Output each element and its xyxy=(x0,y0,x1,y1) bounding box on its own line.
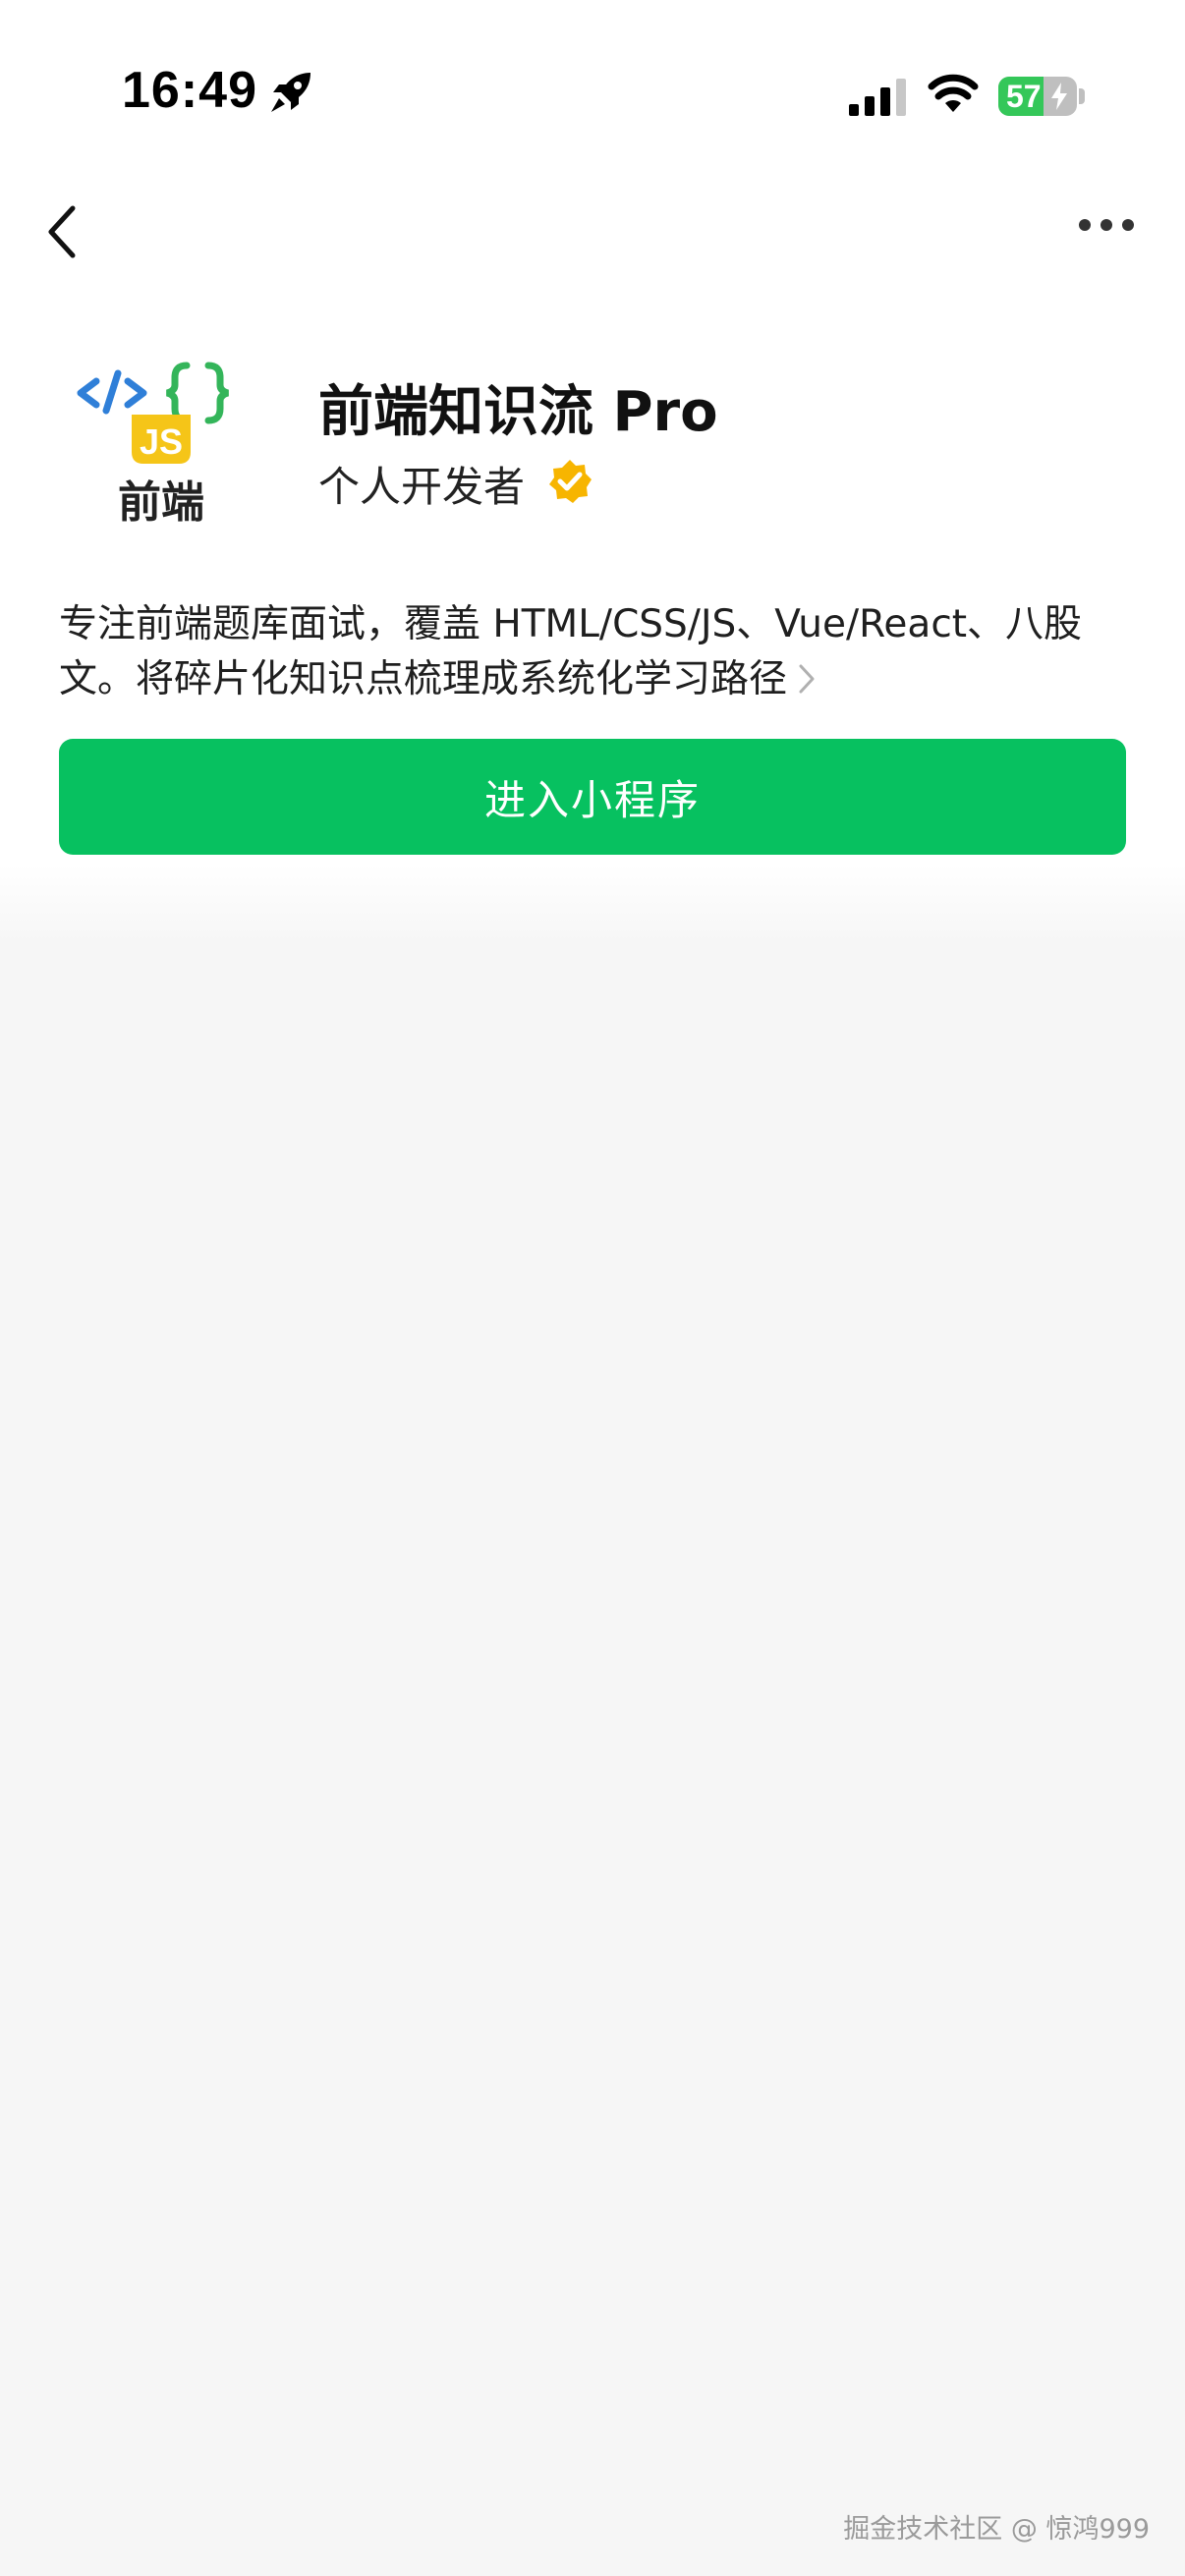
app-name: 前端知识流 Pro xyxy=(318,380,718,444)
app-description[interactable]: 专注前端题库面试，覆盖 HTML/CSS/JS、Vue/React、八股文。将碎… xyxy=(59,597,1120,707)
verified-badge-icon xyxy=(549,460,592,503)
rocket-icon xyxy=(271,73,310,112)
developer-type[interactable]: 个人开发者 xyxy=(318,454,525,514)
description-text: 专注前端题库面试，覆盖 HTML/CSS/JS、Vue/React、八股文。将碎… xyxy=(59,602,1083,701)
status-time: 16:49 xyxy=(122,62,257,119)
cellular-signal-icon xyxy=(849,79,906,116)
logo-badge-text: JS xyxy=(140,421,183,462)
chevron-left-icon[interactable] xyxy=(43,202,83,261)
chevron-right-icon xyxy=(799,664,815,694)
watermark: 掘金技术社区 @ 惊鸿999 xyxy=(843,2514,1150,2545)
more-dots-icon[interactable] xyxy=(1077,210,1136,240)
battery-cap xyxy=(1079,88,1085,104)
logo-text: 前端 xyxy=(118,477,204,528)
battery-indicator: 57 xyxy=(998,77,1077,116)
charging-bolt-icon xyxy=(1051,83,1067,110)
code-js-logo-icon: JS 前端 xyxy=(61,350,257,538)
enter-mini-program-button[interactable]: 进入小程序 xyxy=(59,739,1126,855)
battery-level: 57 xyxy=(1006,79,1042,114)
wifi-icon xyxy=(928,74,979,112)
panel-fade xyxy=(0,865,1185,943)
